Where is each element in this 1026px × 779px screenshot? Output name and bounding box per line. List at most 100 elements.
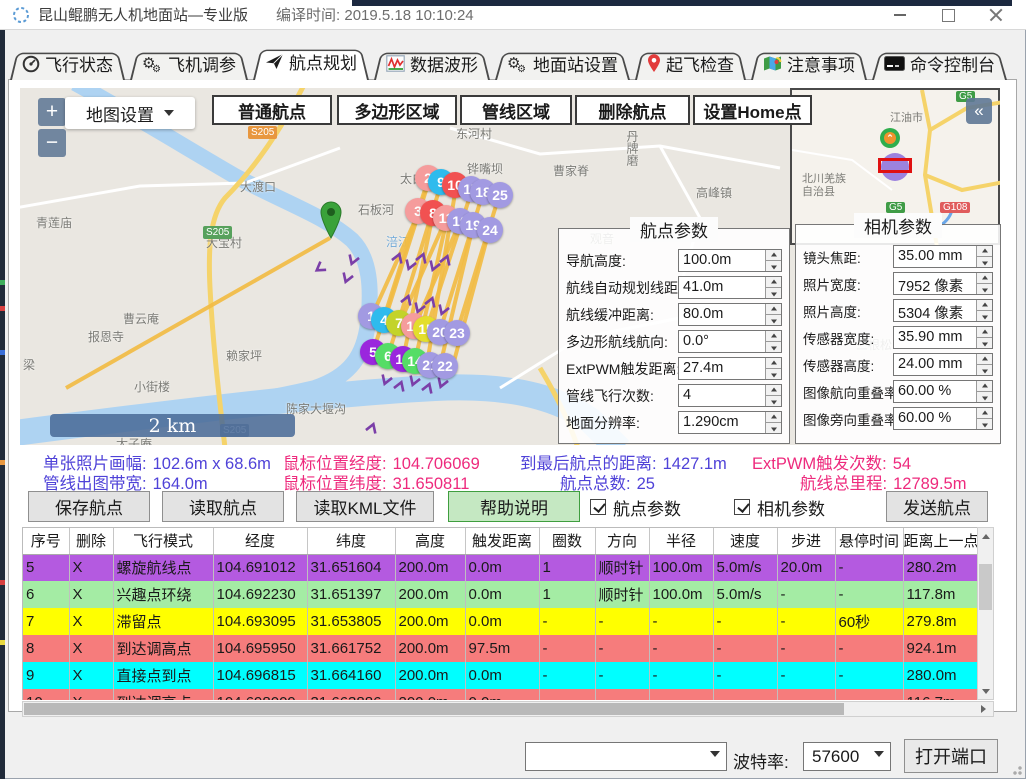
tab-飞机调参[interactable]: ⚙⚙飞机调参 (130, 49, 248, 80)
waypoint-params-checkbox[interactable]: 航点参数 (590, 495, 681, 519)
spinner-up-icon[interactable] (977, 408, 992, 418)
param-spinbox[interactable]: 100.0m (678, 249, 782, 272)
param-spinbox[interactable]: 24.00 mm (893, 353, 993, 376)
waypoint-marker-25[interactable]: 25 (487, 182, 513, 208)
table-row[interactable]: 8X到达调高点104.69595031.661752200.0m97.5m---… (23, 635, 977, 662)
spinner-down-icon[interactable] (977, 364, 992, 375)
scroll-right-icon[interactable] (976, 702, 991, 716)
tab-地面站设置[interactable]: ⚙⚙地面站设置 (495, 49, 630, 80)
home-pin-icon[interactable] (318, 200, 344, 240)
serial-port-select[interactable] (525, 742, 727, 771)
param-spinbox[interactable]: 80.0m (678, 303, 782, 326)
spinner-up-icon[interactable] (977, 300, 992, 310)
waypoint-table[interactable]: 序号删除飞行模式经度纬度高度触发距离圈数方向半径速度步进悬停时间距离上一点5X螺… (22, 527, 977, 700)
checkbox-checked-icon[interactable] (734, 499, 750, 515)
spinner-up-icon[interactable] (977, 327, 992, 337)
tab-起飞检查[interactable]: 起飞检查 (635, 49, 746, 80)
param-spinbox[interactable]: 35.90 mm (893, 326, 993, 349)
load-waypoints-button[interactable]: 读取航点 (162, 491, 284, 522)
waypoint-marker-22[interactable]: 22 (432, 353, 458, 379)
param-value[interactable]: 5304 像素 (894, 300, 976, 321)
param-value[interactable]: 24.00 mm (894, 354, 976, 375)
camera-params-checkbox[interactable]: 相机参数 (734, 495, 825, 519)
spinner-down-icon[interactable] (977, 391, 992, 402)
waypoint-marker-24[interactable]: 24 (477, 217, 503, 243)
param-value[interactable]: 27.4m (679, 358, 765, 379)
delete-waypoint-cell[interactable]: X (69, 581, 113, 608)
spinner-up-icon[interactable] (977, 381, 992, 391)
spinner-up-icon[interactable] (766, 277, 781, 287)
param-value[interactable]: 4 (679, 385, 765, 406)
param-spinbox[interactable]: 7952 像素 (893, 272, 993, 295)
param-spinbox[interactable]: 35.00 mm (893, 245, 993, 268)
delete-waypoint-cell[interactable]: X (69, 608, 113, 635)
map-button-多边形区域[interactable]: 多边形区域 (337, 95, 457, 125)
table-row[interactable]: 6X兴趣点环绕104.69223031.651397200.0m0.0m1顺时针… (23, 581, 977, 608)
scrollbar-thumb[interactable] (979, 564, 992, 610)
tab-命令控制台[interactable]: 命令控制台 (872, 49, 1007, 80)
resize-grip[interactable] (1010, 763, 1022, 775)
spinner-up-icon[interactable] (977, 273, 992, 283)
spinner-down-icon[interactable] (766, 395, 781, 406)
param-spinbox[interactable]: 60.00 % (893, 407, 993, 430)
save-waypoints-button[interactable]: 保存航点 (28, 491, 150, 522)
param-value[interactable]: 41.0m (679, 277, 765, 298)
spinner-down-icon[interactable] (766, 287, 781, 298)
param-value[interactable]: 0.0° (679, 331, 765, 352)
param-spinbox[interactable]: 27.4m (678, 357, 782, 380)
baud-rate-select[interactable]: 57600 (803, 742, 891, 771)
map-button-设置Home点[interactable]: 设置Home点 (693, 95, 812, 125)
tab-航点规划[interactable]: 航点规划 (253, 45, 369, 80)
param-spinbox[interactable]: 5304 像素 (893, 299, 993, 322)
spinner-up-icon[interactable] (766, 304, 781, 314)
map-button-删除航点[interactable]: 删除航点 (575, 95, 690, 125)
spinner-up-icon[interactable] (977, 246, 992, 256)
spinner-down-icon[interactable] (766, 314, 781, 325)
scrollbar-thumb[interactable] (24, 703, 844, 715)
table-row[interactable]: 10X到达调高点104.69800931.663886200.0m0.0m---… (23, 689, 977, 700)
spinner-up-icon[interactable] (766, 250, 781, 260)
waypoint-marker-23[interactable]: 23 (444, 320, 470, 346)
param-value[interactable]: 35.90 mm (894, 327, 976, 348)
spinner-up-icon[interactable] (977, 354, 992, 364)
table-row[interactable]: 5X螺旋航线点104.69101231.651604200.0m0.0m1顺时针… (23, 554, 977, 581)
table-row[interactable]: 9X直接点到点104.69681531.664160200.0m0.0m----… (23, 662, 977, 689)
param-value[interactable]: 100.0m (679, 250, 765, 271)
param-spinbox[interactable]: 41.0m (678, 276, 782, 299)
delete-waypoint-cell[interactable]: X (69, 689, 113, 700)
spinner-down-icon[interactable] (977, 283, 992, 294)
param-value[interactable]: 60.00 % (894, 408, 976, 429)
spinner-up-icon[interactable] (766, 412, 781, 422)
param-value[interactable]: 35.00 mm (894, 246, 976, 267)
delete-waypoint-cell[interactable]: X (69, 635, 113, 662)
spinner-down-icon[interactable] (766, 341, 781, 352)
open-port-button[interactable]: 打开端口 (904, 739, 998, 773)
map-button-普通航点[interactable]: 普通航点 (212, 95, 332, 125)
spinner-down-icon[interactable] (977, 418, 992, 429)
map-button-管线区域[interactable]: 管线区域 (460, 95, 572, 125)
delete-waypoint-cell[interactable]: X (69, 554, 113, 581)
param-spinbox[interactable]: 0.0° (678, 330, 782, 353)
param-spinbox[interactable]: 4 (678, 384, 782, 407)
table-row[interactable]: 7X滞留点104.69309531.653805200.0m0.0m-----6… (23, 608, 977, 635)
spinner-down-icon[interactable] (977, 337, 992, 348)
send-waypoints-button[interactable]: 发送航点 (886, 491, 988, 522)
table-horizontal-scrollbar[interactable] (22, 701, 994, 717)
param-spinbox[interactable]: 60.00 % (893, 380, 993, 403)
spinner-down-icon[interactable] (766, 368, 781, 379)
param-value[interactable]: 60.00 % (894, 381, 976, 402)
spinner-up-icon[interactable] (766, 358, 781, 368)
param-value[interactable]: 7952 像素 (894, 273, 976, 294)
scroll-up-icon[interactable] (978, 528, 993, 544)
spinner-down-icon[interactable] (766, 422, 781, 433)
help-button[interactable]: 帮助说明 (448, 491, 580, 522)
table-vertical-scrollbar[interactable] (977, 527, 994, 700)
checkbox-checked-icon[interactable] (590, 499, 606, 515)
spinner-down-icon[interactable] (977, 310, 992, 321)
spinner-up-icon[interactable] (766, 385, 781, 395)
spinner-down-icon[interactable] (766, 260, 781, 271)
delete-waypoint-cell[interactable]: X (69, 662, 113, 689)
spinner-up-icon[interactable] (766, 331, 781, 341)
tab-数据波形[interactable]: 数据波形 (374, 49, 490, 80)
spinner-down-icon[interactable] (977, 256, 992, 267)
